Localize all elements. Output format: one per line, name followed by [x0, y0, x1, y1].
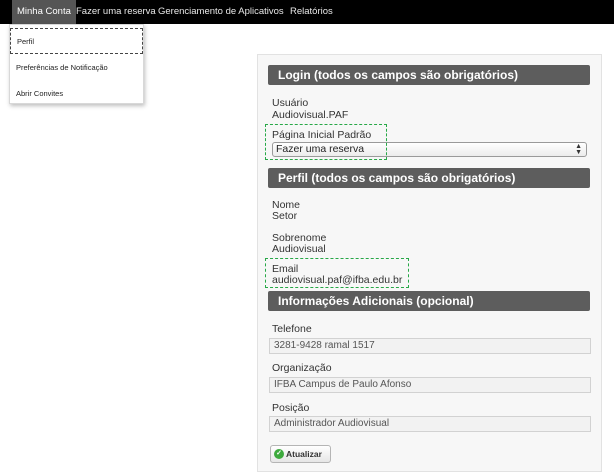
posicao-input[interactable]: Administrador Audiovisual: [269, 416, 591, 432]
profile-form-panel: Login (todos os campos são obrigatórios)…: [257, 54, 602, 472]
usuario-value: Audiovisual.PAF: [272, 109, 349, 121]
nome-value: Setor: [272, 210, 298, 222]
usuario-label: Usuário: [272, 97, 309, 109]
menu-item-perfil[interactable]: Perfil: [10, 28, 143, 54]
telefone-input[interactable]: 3281-9428 ramal 1517: [269, 338, 591, 354]
pagina-inicial-label: Página Inicial Padrão: [272, 129, 372, 141]
check-circle-icon: ✓: [274, 449, 284, 459]
posicao-label: Posição: [272, 402, 310, 414]
sobrenome-value: Audiovisual: [272, 243, 326, 255]
nav-minha-conta[interactable]: Minha Conta: [12, 0, 76, 24]
nav-gerenciamento-aplicativos[interactable]: Gerenciamento de Aplicativos: [153, 0, 289, 24]
pagina-inicial-selected-value: Fazer uma reserva: [276, 143, 365, 155]
atualizar-button[interactable]: ✓ Atualizar: [270, 445, 331, 463]
section-header-perfil: Perfil (todos os campos são obrigatórios…: [268, 168, 590, 188]
organizacao-input[interactable]: IFBA Campus de Paulo Afonso: [269, 377, 591, 393]
menu-item-preferencias-notificacao[interactable]: Preferências de Notificação: [10, 55, 143, 81]
atualizar-button-label: Atualizar: [286, 449, 322, 459]
section-header-login: Login (todos os campos são obrigatórios): [268, 65, 590, 85]
telefone-label: Telefone: [272, 323, 312, 335]
nav-fazer-reserva[interactable]: Fazer uma reserva: [71, 0, 161, 24]
account-dropdown-menu: Perfil Preferências de Notificação Abrir…: [9, 24, 144, 104]
top-navigation-bar: Minha Conta Fazer uma reserva Gerenciame…: [0, 0, 614, 24]
organizacao-label: Organização: [272, 362, 332, 374]
nav-relatorios[interactable]: Relatórios: [285, 0, 338, 24]
menu-item-abrir-convites[interactable]: Abrir Convites: [10, 81, 143, 107]
section-header-informacoes-adicionais: Informações Adicionais (opcional): [268, 291, 590, 311]
email-value: audiovisual.paf@ifba.edu.br: [272, 274, 403, 286]
select-arrows-icon: ▲ ▼: [575, 143, 582, 156]
pagina-inicial-select[interactable]: Fazer uma reserva ▲ ▼: [272, 142, 587, 157]
